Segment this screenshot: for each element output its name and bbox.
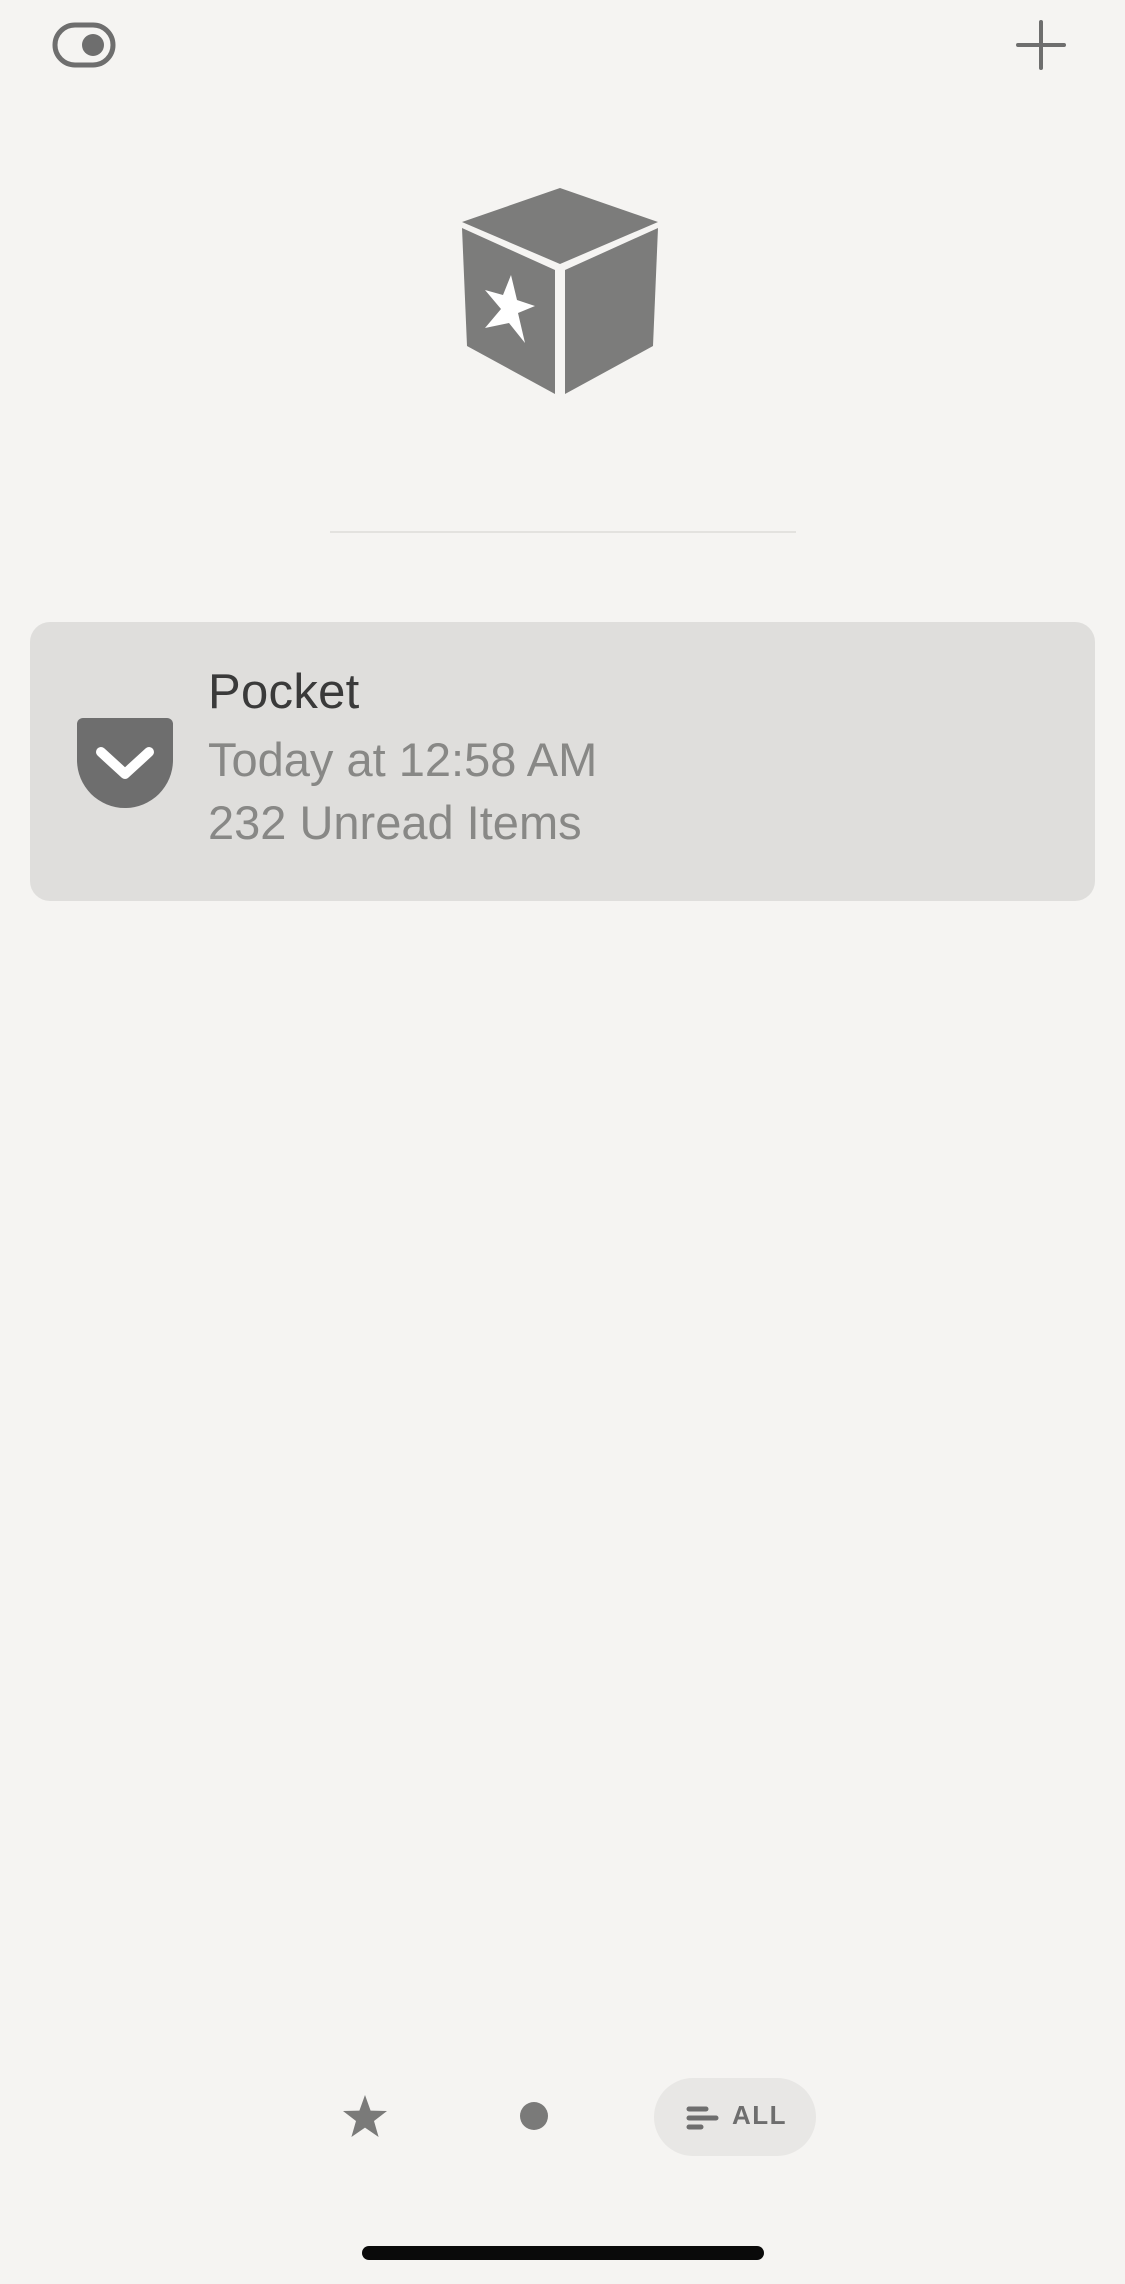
filter-bar: ALL xyxy=(0,2075,1125,2157)
home-indicator[interactable] xyxy=(362,2246,764,2260)
top-bar xyxy=(0,0,1125,110)
unread-count-text: 232 Unread Items xyxy=(208,796,582,849)
pocket-icon xyxy=(77,718,173,808)
dot-icon xyxy=(520,2102,548,2130)
filter-all-label: ALL xyxy=(732,2100,788,2130)
service-name: Pocket xyxy=(208,665,360,719)
list-lines-icon xyxy=(686,2106,719,2130)
filter-unread-button[interactable] xyxy=(518,2100,550,2132)
star-icon xyxy=(343,2095,387,2137)
toggle-icon xyxy=(52,22,116,68)
app-logo xyxy=(455,182,665,402)
toggle-button[interactable] xyxy=(52,22,116,68)
service-icon xyxy=(77,718,173,808)
divider xyxy=(330,531,796,533)
plus-icon xyxy=(1016,20,1066,70)
add-account-button[interactable] xyxy=(1010,14,1072,76)
filter-all-button[interactable]: ALL xyxy=(654,2078,816,2156)
cube-star-icon xyxy=(462,188,658,394)
filter-starred-button[interactable] xyxy=(341,2093,389,2139)
account-card-pocket[interactable]: Pocket Today at 12:58 AM 232 Unread Item… xyxy=(30,622,1095,901)
screen: Pocket Today at 12:58 AM 232 Unread Item… xyxy=(0,0,1125,2284)
last-updated-text: Today at 12:58 AM xyxy=(208,733,598,786)
